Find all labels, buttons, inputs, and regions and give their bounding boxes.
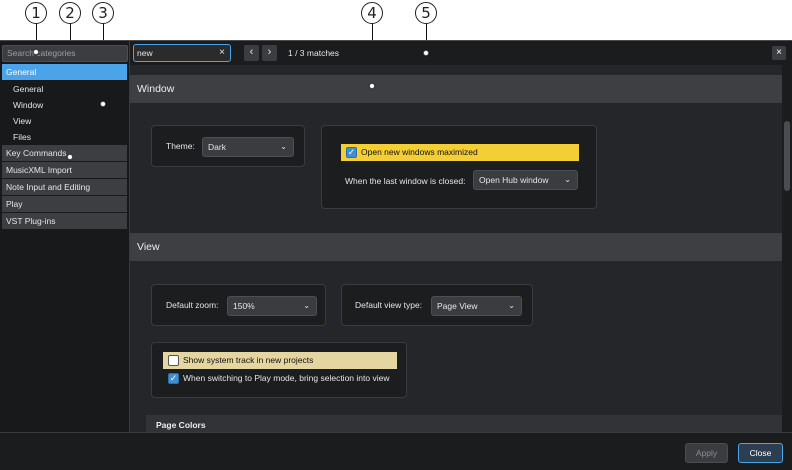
theme-group: Theme: Dark ⌄ [151, 125, 305, 167]
callout-anchor-3 [100, 101, 106, 107]
preferences-content: Window Theme: Dark ⌄ ✓ Open new windows … [130, 65, 782, 432]
default-view-type-dropdown[interactable]: Page View ⌄ [431, 296, 522, 316]
chevron-down-icon: ⌄ [280, 142, 287, 151]
theme-dropdown[interactable]: Dark ⌄ [202, 137, 294, 157]
bring-selection-into-view-row[interactable]: ✓ When switching to Play mode, bring sel… [163, 370, 407, 387]
show-system-track-checkbox[interactable] [168, 355, 179, 366]
chevron-down-icon: ⌄ [303, 301, 310, 310]
callout-5: 5 [415, 2, 437, 24]
last-window-closed-label: When the last window is closed: [345, 176, 466, 186]
callout-anchor-5 [423, 50, 429, 56]
window-options-group: ✓ Open new windows maximized When the la… [321, 125, 597, 209]
open-maximized-row[interactable]: ✓ Open new windows maximized [341, 144, 579, 161]
close-button[interactable]: Close [738, 443, 783, 463]
apply-button[interactable]: Apply [685, 443, 728, 463]
sidebar-item-vst-plugins[interactable]: VST Plug-ins [2, 213, 127, 229]
default-view-type-label: Default view type: [355, 300, 423, 310]
sidebar-item-play[interactable]: Play [2, 196, 127, 212]
match-count: 1 / 3 matches [288, 48, 340, 58]
sidebar-item-note-input[interactable]: Note Input and Editing [2, 179, 127, 195]
page-colors-header: Page Colors [146, 415, 782, 432]
category-list: General General Window View Files Key Co… [2, 64, 127, 230]
callout-strip: 1 2 3 4 5 [0, 0, 792, 157]
preferences-search-input[interactable] [137, 46, 217, 60]
category-sidebar: Search categories General General Window… [0, 41, 130, 432]
sidebar-item-general[interactable]: General [2, 64, 127, 80]
callout-anchor-2 [67, 154, 73, 160]
theme-value: Dark [208, 142, 226, 152]
view-options-group: Show system track in new projects ✓ When… [151, 342, 407, 398]
dialog-footer: Apply Close [0, 432, 792, 470]
callout-3: 3 [92, 2, 114, 24]
default-zoom-group: Default zoom: 150% ⌄ [151, 284, 326, 326]
preferences-search-bar: × ‹ › 1 / 3 matches × [130, 41, 792, 65]
default-view-type-group: Default view type: Page View ⌄ [341, 284, 533, 326]
default-zoom-dropdown[interactable]: 150% ⌄ [227, 296, 317, 316]
last-window-closed-value: Open Hub window [479, 175, 549, 185]
section-header-view: View [130, 233, 782, 261]
chevron-down-icon: ⌄ [564, 175, 571, 184]
show-system-track-label: Show system track in new projects [183, 355, 314, 365]
show-system-track-row[interactable]: Show system track in new projects [163, 352, 397, 369]
callout-4: 4 [361, 2, 383, 24]
sidebar-subitem-view[interactable]: View [2, 113, 127, 129]
default-zoom-value: 150% [233, 301, 255, 311]
callout-2: 2 [59, 2, 81, 24]
chevron-down-icon: ⌄ [508, 301, 515, 310]
callout-1: 1 [25, 2, 47, 24]
close-search-icon[interactable]: × [772, 46, 786, 60]
scrollbar-thumb[interactable] [784, 121, 790, 191]
next-match-button[interactable]: › [262, 45, 277, 61]
section-header-window: Window [130, 75, 782, 103]
open-maximized-checkbox[interactable]: ✓ [346, 147, 357, 158]
preferences-search-box: × [133, 44, 231, 62]
sidebar-item-key-commands[interactable]: Key Commands [2, 145, 127, 161]
bring-selection-into-view-label: When switching to Play mode, bring selec… [183, 373, 390, 383]
previous-match-button[interactable]: ‹ [244, 45, 259, 61]
clear-search-icon[interactable]: × [219, 46, 225, 60]
content-scrollbar[interactable] [782, 65, 792, 432]
theme-label: Theme: [166, 141, 195, 151]
sidebar-item-musicxml-import[interactable]: MusicXML Import [2, 162, 127, 178]
default-zoom-label: Default zoom: [166, 300, 219, 310]
default-view-type-value: Page View [437, 301, 478, 311]
category-search-input[interactable]: Search categories [2, 45, 128, 62]
callout-anchor-1 [33, 49, 39, 55]
callout-anchor-4 [369, 83, 375, 89]
sidebar-subitem-files[interactable]: Files [2, 129, 127, 145]
sidebar-subitem-general[interactable]: General [2, 81, 127, 97]
bring-selection-into-view-checkbox[interactable]: ✓ [168, 373, 179, 384]
sidebar-subitem-window[interactable]: Window [2, 97, 127, 113]
open-maximized-label: Open new windows maximized [361, 147, 478, 157]
last-window-closed-dropdown[interactable]: Open Hub window ⌄ [473, 170, 578, 190]
preferences-dialog: Search categories General General Window… [0, 40, 792, 470]
